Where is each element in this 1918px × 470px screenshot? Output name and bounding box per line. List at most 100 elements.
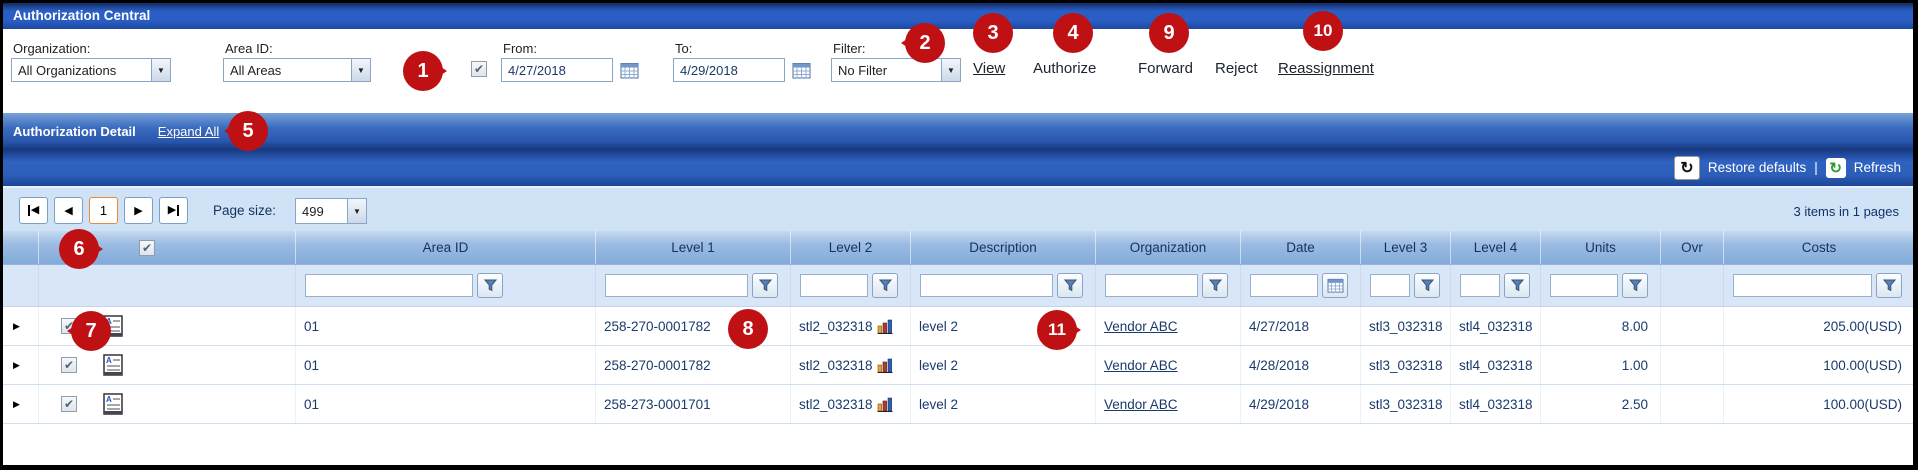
bar-chart-icon[interactable] (877, 319, 893, 334)
row-expand-arrow[interactable]: ▶ (11, 321, 20, 332)
organization-select[interactable]: All Organizations ▼ (11, 58, 171, 82)
column-header-level4[interactable]: Level 4 (1451, 231, 1541, 264)
filter-input-costs[interactable] (1733, 274, 1872, 297)
filter-input-org[interactable] (1105, 274, 1198, 297)
vendor-link[interactable]: Vendor ABC (1104, 397, 1178, 412)
selected-checkbox[interactable]: ✔ (471, 61, 487, 77)
row-checkbox[interactable]: ✔ (61, 396, 77, 412)
filter-select[interactable]: No Filter ▼ (831, 58, 961, 82)
filter-input-desc[interactable] (920, 274, 1053, 297)
current-page-button[interactable]: 1 (89, 197, 118, 224)
filter-cell-org (1096, 265, 1241, 306)
from-calendar-icon[interactable] (617, 59, 641, 82)
filter-calendar-icon[interactable] (1322, 273, 1348, 298)
cell-costs: 205.00(USD) (1724, 307, 1915, 345)
cell-expand: ▶ (3, 385, 39, 423)
column-header-org[interactable]: Organization (1096, 231, 1241, 264)
column-header-areaId[interactable]: Area ID (296, 231, 596, 264)
filter-funnel-icon[interactable] (1876, 273, 1902, 298)
grid-toolbar: ↻ Restore defaults | ↻ Refresh (3, 149, 1913, 186)
chevron-down-icon[interactable]: ▼ (351, 59, 370, 81)
column-header-label: Level 1 (671, 240, 715, 255)
cell-date: 4/29/2018 (1241, 385, 1361, 423)
grid-rows: ▶✔A01258-270-0001782stl2_032318level 2Ve… (3, 307, 1915, 424)
column-header-level3[interactable]: Level 3 (1361, 231, 1451, 264)
chevron-down-icon[interactable]: ▼ (941, 59, 960, 81)
callout-badge-1: 1 (403, 51, 443, 91)
desc-value: level 2 (919, 358, 958, 373)
filter-input-areaId[interactable] (305, 274, 473, 297)
page-size-select[interactable]: 499 ▼ (295, 198, 367, 224)
cell-level2: stl2_032318 (791, 307, 911, 345)
column-header-costs[interactable]: Costs (1724, 231, 1915, 264)
cell-select: ✔A (39, 346, 296, 384)
filter-funnel-icon[interactable] (1202, 273, 1228, 298)
restore-defaults-button[interactable]: Restore defaults (1708, 160, 1806, 175)
column-header-label: Level 2 (829, 240, 873, 255)
filter-input-level1[interactable] (605, 274, 748, 297)
filter-funnel-icon[interactable] (1504, 273, 1530, 298)
row-expand-arrow[interactable]: ▶ (11, 399, 20, 410)
filter-input-level4[interactable] (1460, 274, 1500, 297)
column-header-date[interactable]: Date (1241, 231, 1361, 264)
cell-org: Vendor ABC (1096, 307, 1241, 345)
column-header-label: Costs (1802, 240, 1837, 255)
bar-chart-icon[interactable] (877, 358, 893, 373)
level3-value: stl3_032318 (1369, 358, 1443, 373)
callout-badge-2: 2 (905, 23, 945, 63)
filter-cell-expand (3, 265, 39, 306)
filter-select-value: No Filter (832, 63, 941, 78)
vendor-link[interactable]: Vendor ABC (1104, 319, 1178, 334)
cell-org: Vendor ABC (1096, 346, 1241, 384)
reject-link[interactable]: Reject (1215, 60, 1258, 77)
filter-funnel-icon[interactable] (477, 273, 503, 298)
cell-date: 4/28/2018 (1241, 346, 1361, 384)
area-id-select-value: All Areas (224, 63, 351, 78)
grid-filter-row (3, 265, 1915, 307)
expand-all-link[interactable]: Expand All (158, 124, 219, 139)
area-id-select[interactable]: All Areas ▼ (223, 58, 371, 82)
refresh-button[interactable]: Refresh (1854, 160, 1901, 175)
restore-defaults-icon[interactable]: ↻ (1674, 156, 1700, 180)
to-calendar-icon[interactable] (789, 59, 813, 82)
filter-label: Filter: (833, 41, 866, 56)
filter-funnel-icon[interactable] (1057, 273, 1083, 298)
date-value: 4/29/2018 (1249, 397, 1309, 412)
filter-input-date[interactable] (1250, 274, 1318, 297)
filter-funnel-icon[interactable] (1622, 273, 1648, 298)
row-expand-arrow[interactable]: ▶ (11, 360, 20, 371)
reassignment-link[interactable]: Reassignment (1278, 60, 1374, 77)
bar-chart-icon[interactable] (877, 397, 893, 412)
chevron-down-icon[interactable]: ▼ (151, 59, 170, 81)
filter-funnel-icon[interactable] (1414, 273, 1440, 298)
previous-page-button[interactable]: ◀ (54, 197, 83, 224)
cell-org: Vendor ABC (1096, 385, 1241, 423)
forward-link[interactable]: Forward (1138, 60, 1193, 77)
row-checkbox[interactable]: ✔ (61, 357, 77, 373)
view-link[interactable]: View (973, 60, 1005, 77)
column-header-units[interactable]: Units (1541, 231, 1661, 264)
cell-areaId: 01 (296, 307, 596, 345)
chevron-down-icon[interactable]: ▼ (347, 199, 366, 223)
to-date-input[interactable]: 4/29/2018 (673, 58, 785, 82)
refresh-icon[interactable]: ↻ (1826, 158, 1846, 178)
column-header-level1[interactable]: Level 1 (596, 231, 791, 264)
last-page-button[interactable]: ▶ (159, 197, 188, 224)
column-header-desc[interactable]: Description (911, 231, 1096, 264)
authorize-link[interactable]: Authorize (1033, 60, 1096, 77)
cell-units: 2.50 (1541, 385, 1661, 423)
filter-input-level2[interactable] (800, 274, 868, 297)
from-date-input[interactable]: 4/27/2018 (501, 58, 613, 82)
next-page-button[interactable]: ▶ (124, 197, 153, 224)
filter-funnel-icon[interactable] (752, 273, 778, 298)
filter-input-units[interactable] (1550, 274, 1618, 297)
vendor-link[interactable]: Vendor ABC (1104, 358, 1178, 373)
column-header-ovr[interactable]: Ovr (1661, 231, 1724, 264)
document-note-icon[interactable]: A (103, 393, 123, 415)
filter-funnel-icon[interactable] (872, 273, 898, 298)
first-page-button[interactable]: ◀ (19, 197, 48, 224)
column-header-level2[interactable]: Level 2 (791, 231, 911, 264)
filter-input-level3[interactable] (1370, 274, 1410, 297)
select-all-checkbox[interactable]: ✔ (139, 240, 155, 256)
document-note-icon[interactable]: A (103, 354, 123, 376)
